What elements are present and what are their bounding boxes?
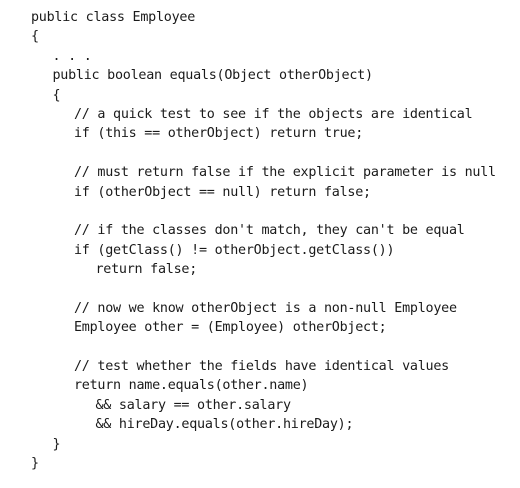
code-line: // test whether the fields have identica… bbox=[74, 359, 449, 375]
code-line: . . . bbox=[52, 48, 92, 64]
code-line: public class Employee bbox=[31, 10, 196, 25]
code-line: return false; bbox=[95, 262, 198, 278]
code-line: return name.equals(other.name) bbox=[74, 378, 309, 394]
code-line: if (this == otherObject) return true; bbox=[74, 126, 364, 142]
code-listing: public class Employee { . . . public boolea… bbox=[31, 8, 511, 473]
code-line: if (otherObject == null) return false; bbox=[74, 184, 371, 200]
code-line: // now we know otherObject is a non-null… bbox=[74, 300, 457, 316]
code-line: { bbox=[52, 87, 61, 103]
code-line: public boolean equals(Object otherObject… bbox=[52, 68, 374, 84]
code-line: } bbox=[52, 436, 61, 452]
code-line: // must return false if the explicit par… bbox=[74, 165, 496, 181]
code-line: if (getClass() != otherObject.getClass()… bbox=[74, 242, 395, 258]
code-line: // if the classes don't match, they can'… bbox=[74, 223, 465, 239]
code-line: && hireDay.equals(other.hireDay); bbox=[95, 417, 354, 433]
code-line: } bbox=[31, 455, 39, 471]
code-line: { bbox=[31, 29, 39, 45]
code-line: // a quick test to see if the objects ar… bbox=[74, 106, 473, 122]
code-line: Employee other = (Employee) otherObject; bbox=[74, 320, 387, 336]
code-line: && salary == other.salary bbox=[95, 397, 292, 413]
